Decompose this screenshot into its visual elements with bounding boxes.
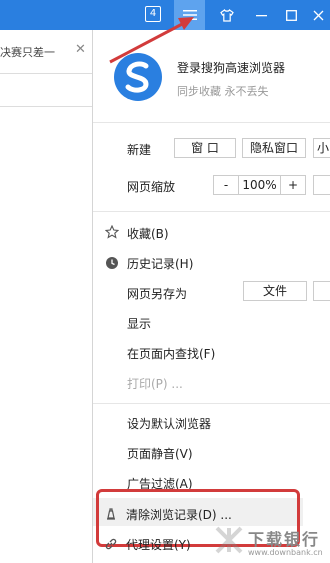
close-button[interactable]	[303, 0, 330, 30]
new-small-button[interactable]: 小	[313, 138, 330, 158]
save-as-label: 网页另存为	[127, 287, 188, 301]
zoom-in-button[interactable]: +	[280, 175, 306, 195]
watermark-logo-icon	[215, 526, 243, 554]
watermark-url: www.downbank.cn	[248, 548, 323, 557]
sogou-logo-icon	[114, 53, 162, 101]
minimize-icon	[255, 14, 267, 16]
tshirt-icon	[220, 8, 234, 22]
zoom-label: 网页缩放	[127, 180, 176, 194]
menu-item-print[interactable]: 打印(P) ...	[127, 375, 183, 392]
skin-button[interactable]	[212, 0, 242, 30]
minimize-button[interactable]	[246, 0, 276, 30]
title-bar: 4	[0, 0, 330, 30]
login-subtitle: 同步收藏 永不丢失	[177, 85, 269, 98]
menu-divider	[93, 211, 330, 212]
zoom-fullscreen-button[interactable]	[313, 175, 330, 195]
menu-item-default-browser[interactable]: 设为默认浏览器	[127, 415, 211, 432]
login-title[interactable]: 登录搜狗高速浏览器	[177, 59, 285, 76]
watermark-text: 下载银行	[248, 530, 321, 549]
tab-count-button[interactable]: 4	[145, 6, 161, 22]
menu-item-adblock[interactable]: 广告过滤(A)	[127, 475, 193, 492]
clock-icon	[106, 257, 118, 269]
menu-divider	[93, 122, 330, 123]
new-label: 新建	[127, 143, 152, 157]
save-other-button[interactable]	[313, 281, 330, 301]
tab-close-icon[interactable]: ✕	[75, 42, 86, 57]
tab-title: 决赛只差一	[0, 46, 55, 59]
menu-item-find[interactable]: 在页面内查找(F)	[127, 345, 215, 362]
separator-line	[0, 106, 92, 107]
proxy-label: 代理设置(Y)	[126, 538, 191, 552]
menu-item-display[interactable]: 显示	[127, 315, 151, 332]
save-file-button[interactable]: 文件	[243, 281, 307, 301]
menu-divider	[93, 403, 330, 404]
zoom-out-button[interactable]: -	[213, 175, 239, 195]
user-login-section[interactable]: 登录搜狗高速浏览器 同步收藏 永不丢失	[93, 30, 330, 122]
star-icon	[105, 225, 119, 239]
close-icon	[313, 10, 323, 20]
menu-button[interactable]	[174, 0, 205, 30]
maximize-button[interactable]	[276, 0, 306, 30]
browser-menu: 登录搜狗高速浏览器 同步收藏 永不丢失 新建 窗 口 隐私窗口 小 网页缩放 -…	[92, 30, 330, 563]
menu-item-mute[interactable]: 页面静音(V)	[127, 445, 193, 462]
eraser-icon	[107, 508, 115, 520]
new-private-window-button[interactable]: 隐私窗口	[242, 138, 306, 158]
history-label: 历史记录(H)	[127, 257, 194, 271]
hamburger-icon	[182, 10, 197, 20]
zoom-value: 100%	[238, 175, 281, 195]
link-icon	[105, 538, 117, 550]
address-bar[interactable]: 决赛只差一 ✕	[0, 30, 92, 74]
maximize-icon	[285, 9, 297, 21]
favorites-label: 收藏(B)	[127, 227, 169, 241]
new-window-button[interactable]: 窗 口	[174, 138, 236, 158]
clear-history-label: 清除浏览记录(D) ...	[126, 508, 232, 522]
